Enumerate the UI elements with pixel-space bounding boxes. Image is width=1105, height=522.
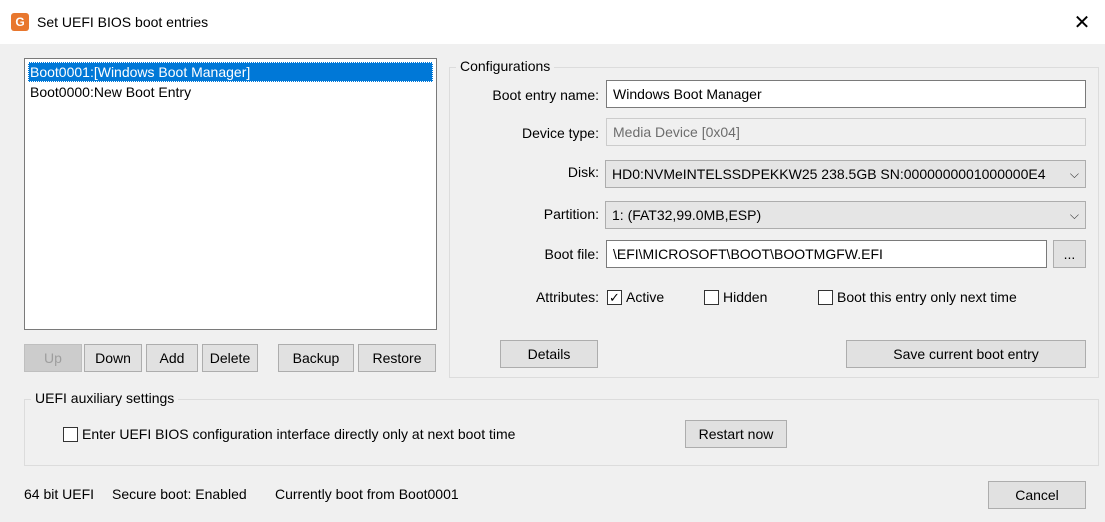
active-checkbox[interactable]: ✓ Active <box>607 289 664 305</box>
window-title: Set UEFI BIOS boot entries <box>37 14 209 30</box>
close-button[interactable]: ✕ <box>1059 0 1105 44</box>
hidden-checkbox[interactable]: Hidden <box>704 289 767 305</box>
restart-now-button[interactable]: Restart now <box>685 420 787 448</box>
configurations-legend: Configurations <box>456 58 555 74</box>
active-checkbox-box[interactable]: ✓ <box>607 289 622 305</box>
partition-select[interactable]: 1: (FAT32,99.0MB,ESP) ⌵ <box>605 201 1086 229</box>
active-checkbox-label: Active <box>626 289 665 305</box>
save-boot-entry-button[interactable]: Save current boot entry <box>846 340 1086 368</box>
enter-bios-checkbox-label: Enter UEFI BIOS configuration interface … <box>82 426 516 442</box>
backup-button[interactable]: Backup <box>278 344 354 372</box>
boot-next-time-checkbox-box[interactable] <box>818 289 833 305</box>
arch-status: 64 bit UEFI <box>24 486 95 502</box>
boot-file-label: Boot file: <box>544 246 599 262</box>
boot-entry-name-input[interactable]: Windows Boot Manager <box>606 80 1086 108</box>
boot-file-input[interactable]: \EFI\MICROSOFT\BOOT\BOOTMGFW.EFI <box>606 240 1047 268</box>
enter-bios-checkbox-box[interactable] <box>63 426 78 442</box>
list-item[interactable]: Boot0000:New Boot Entry <box>28 82 433 102</box>
app-logo-icon: G <box>11 13 29 31</box>
hidden-checkbox-box[interactable] <box>704 289 719 305</box>
down-button[interactable]: Down <box>84 344 142 372</box>
restore-button[interactable]: Restore <box>358 344 436 372</box>
disk-select[interactable]: HD0:NVMeINTELSSDPEKKW25 238.5GB SN:00000… <box>605 160 1086 188</box>
browse-button[interactable]: ... <box>1053 240 1086 268</box>
hidden-checkbox-label: Hidden <box>723 289 768 305</box>
attributes-label: Attributes: <box>535 289 599 305</box>
add-button[interactable]: Add <box>146 344 198 372</box>
details-button[interactable]: Details <box>500 340 598 368</box>
up-button[interactable]: Up <box>24 344 82 372</box>
boot-entry-list[interactable]: Boot0001:[Windows Boot Manager] Boot0000:… <box>24 58 437 330</box>
boot-entry-name-label: Boot entry name: <box>492 87 599 103</box>
partition-select-value: 1: (FAT32,99.0MB,ESP) <box>612 207 762 223</box>
cancel-button[interactable]: Cancel <box>988 481 1086 509</box>
title-bar: G Set UEFI BIOS boot entries ✕ <box>0 0 1105 44</box>
current-boot-status: Currently boot from Boot0001 <box>275 486 459 502</box>
partition-label: Partition: <box>543 206 599 222</box>
device-type-label: Device type: <box>521 125 599 141</box>
enter-bios-checkbox[interactable]: Enter UEFI BIOS configuration interface … <box>63 426 515 442</box>
boot-next-time-checkbox[interactable]: Boot this entry only next time <box>818 289 1017 305</box>
disk-label: Disk: <box>567 164 599 180</box>
secure-boot-status: Secure boot: Enabled <box>112 486 247 502</box>
disk-select-value: HD0:NVMeINTELSSDPEKKW25 238.5GB SN:00000… <box>612 166 1046 182</box>
chevron-down-icon: ⌵ <box>1069 208 1079 222</box>
delete-button[interactable]: Delete <box>202 344 258 372</box>
list-item[interactable]: Boot0001:[Windows Boot Manager] <box>28 62 433 82</box>
chevron-down-icon: ⌵ <box>1069 167 1079 181</box>
checkmark-icon: ✓ <box>609 289 620 305</box>
uefi-aux-legend: UEFI auxiliary settings <box>31 390 179 406</box>
device-type-field: Media Device [0x04] <box>606 118 1086 146</box>
boot-next-time-checkbox-label: Boot this entry only next time <box>837 289 1017 305</box>
